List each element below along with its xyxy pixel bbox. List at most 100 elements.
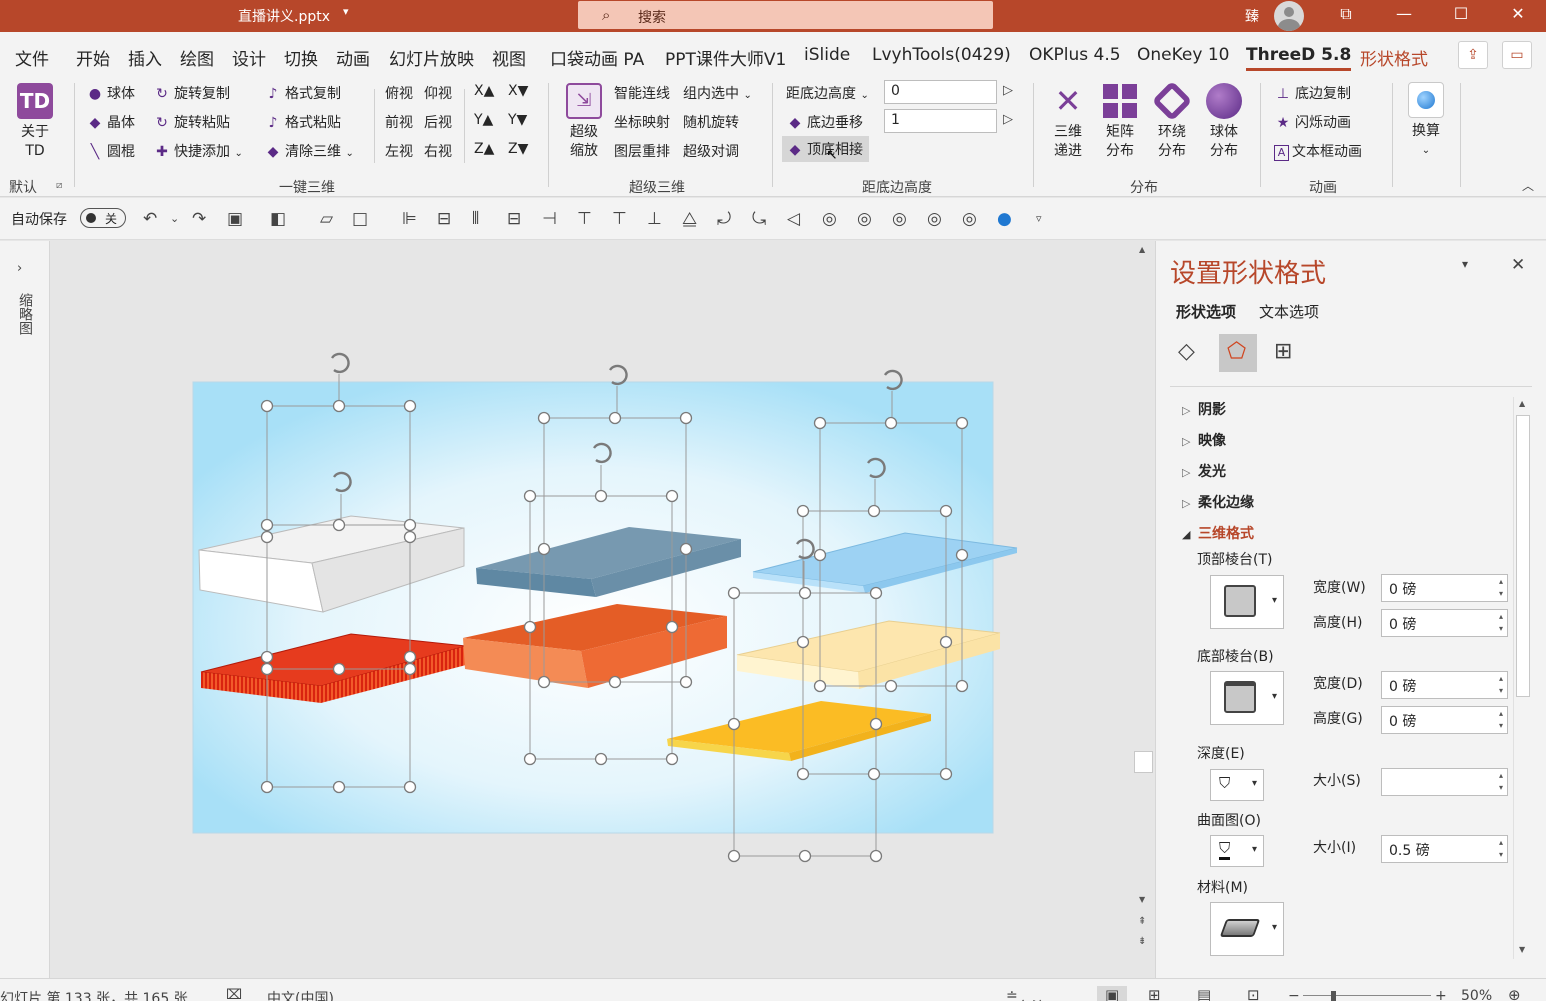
bottom-bevel-picker[interactable]: ▾ [1210, 671, 1284, 725]
y-up-button[interactable]: Y▲ [474, 112, 493, 128]
rotate-copy-button[interactable]: ↻ 旋转复制 [153, 83, 230, 103]
close-icon[interactable]: ✕ [1503, 4, 1533, 23]
height-bottom-input[interactable]: 0 磅 ▴ ▾ [1381, 706, 1508, 734]
rotate2-icon[interactable]: ⤿ [752, 209, 766, 229]
textbox-animation-button[interactable]: A 文本框动画 [1274, 141, 1362, 161]
view-left-button[interactable]: 左视 [385, 141, 413, 161]
next-slide-icon[interactable]: ⇟ [1138, 936, 1146, 947]
avatar[interactable] [1274, 1, 1304, 31]
section-shadow[interactable]: ▷ 阴影 [1182, 399, 1226, 419]
bottom-copy-button[interactable]: ⊥ 底边复制 [1274, 83, 1351, 103]
text-box-icon[interactable]: ▣ [227, 209, 243, 229]
depth-size-input[interactable]: ▴ ▾ [1381, 768, 1508, 796]
tab-onekey[interactable]: OneKey 10 [1137, 45, 1229, 65]
tab-islide[interactable]: iSlide [804, 45, 850, 65]
reading-view-icon[interactable]: ▤ [1197, 986, 1211, 1001]
matrix-distribute-button[interactable]: 矩阵 分布 [1100, 83, 1140, 161]
tab-slideshow[interactable]: 幻灯片放映 [389, 45, 474, 70]
format-copy-button[interactable]: ♪ 格式复制 [264, 83, 341, 103]
merge-fragment-icon[interactable]: ◎ [892, 209, 907, 229]
canvas-scrollbar[interactable]: ▲ ▼ ⇞ ⇟ [1133, 241, 1155, 978]
collapse-ribbon-icon[interactable]: ︿ [1522, 177, 1534, 194]
sphere-shape-icon[interactable]: ● [997, 209, 1012, 229]
slide-canvas[interactable] [51, 241, 1133, 978]
close-panel-icon[interactable]: ✕ [1511, 255, 1525, 275]
rectangle-icon[interactable]: □ [352, 209, 368, 229]
tab-insert[interactable]: 插入 [128, 45, 162, 70]
3d-progression-button[interactable]: ✕ 三维 递进 [1048, 83, 1088, 161]
sphere-distribute-button[interactable]: 球体 分布 [1204, 83, 1244, 161]
super-zoom-button[interactable]: ⇲ 超级 缩放 [563, 83, 605, 161]
size-properties-icon[interactable]: ⊞ [1274, 339, 1292, 364]
section-soft-edges[interactable]: ▷ 柔化边缘 [1182, 492, 1254, 512]
notes-button[interactable]: ≐ 备注 [1006, 988, 1046, 1001]
autosave-toggle[interactable]: 关 [80, 208, 126, 228]
height-top-input[interactable]: 0 磅 ▴ ▾ [1381, 609, 1508, 637]
section-reflection[interactable]: ▷ 映像 [1182, 430, 1226, 450]
redo-icon[interactable]: ↷ [192, 209, 206, 229]
z-down-button[interactable]: Z▼ [508, 141, 528, 157]
rotate-icon[interactable]: ⤾ [717, 209, 731, 229]
previous-slide-icon[interactable]: ⇞ [1138, 916, 1146, 927]
shift-value-input[interactable]: 1 [884, 109, 997, 133]
view-right-button[interactable]: 右视 [424, 141, 452, 161]
maximize-icon[interactable]: ☐ [1446, 4, 1476, 23]
align-middle-icon[interactable]: ⊟ [507, 209, 521, 229]
clear-3d-button[interactable]: ◆ 清除三维 ⌄ [264, 141, 354, 161]
undo-icon[interactable]: ↶ [143, 209, 157, 229]
merge-subtract-icon[interactable]: ◎ [962, 209, 977, 229]
contour-color-picker[interactable]: ⛉ ▾ [1210, 835, 1264, 867]
width-top-input[interactable]: 0 磅 ▴ ▾ [1381, 574, 1508, 602]
layer-reorder-button[interactable]: 图层重排 [614, 141, 670, 161]
align-top2-icon[interactable]: ⊤ [612, 209, 627, 229]
rotate-paste-button[interactable]: ↻ 旋转粘贴 [153, 112, 230, 132]
align-center-icon[interactable]: ⊟ [437, 209, 451, 229]
slideshow-icon[interactable]: ⊡ [1247, 986, 1260, 1001]
align-bottom-icon[interactable]: ⊥ [647, 209, 662, 229]
effects-tab[interactable]: ⬠ [1219, 334, 1257, 372]
format-paste-button[interactable]: ♪ 格式粘贴 [264, 112, 341, 132]
random-rotate-button[interactable]: 随机旋转 [683, 112, 739, 132]
y-down-button[interactable]: Y▼ [508, 112, 527, 128]
view-back-button[interactable]: 后视 [424, 112, 452, 132]
zoom-in-icon[interactable]: + [1435, 988, 1447, 1001]
tab-threed[interactable]: ThreeD 5.8 [1246, 45, 1352, 71]
section-3d-format[interactable]: ◢ 三维格式 [1182, 523, 1254, 543]
crystal-button[interactable]: ◆ 晶体 [86, 112, 135, 132]
scroll-down-icon[interactable]: ▼ [1139, 895, 1145, 904]
flash-animation-button[interactable]: ★ 闪烁动画 [1274, 112, 1351, 132]
scroll-up-icon[interactable]: ▲ [1519, 399, 1525, 408]
convert-button[interactable]: 换算 ⌄ [1404, 82, 1448, 160]
contour-size-input[interactable]: 0.5 磅 ▴ ▾ [1381, 835, 1508, 863]
align-left-icon[interactable]: ⊫ [402, 209, 417, 229]
zoom-out-icon[interactable]: − [1288, 988, 1300, 1001]
zoom-level[interactable]: 50% [1461, 988, 1492, 1001]
group-select-button[interactable]: 组内选中 ⌄ [683, 83, 752, 103]
tab-shape-options[interactable]: 形状选项 [1176, 301, 1236, 322]
scroll-down-icon[interactable]: ▼ [1519, 945, 1525, 954]
tab-home[interactable]: 开始 [76, 45, 110, 70]
panel-scrollbar[interactable]: ▲ ▼ [1513, 397, 1531, 959]
tab-shape-format[interactable]: 形状格式 [1360, 45, 1428, 70]
flip-horizontal-icon[interactable]: ⧋ [682, 209, 697, 229]
fit-slide-icon[interactable]: ⊕ [1508, 986, 1521, 1001]
x-up-button[interactable]: X▲ [474, 83, 494, 99]
tab-ppt-master[interactable]: PPT课件大师V1 [665, 45, 786, 70]
tab-design[interactable]: 设计 [232, 45, 266, 70]
tab-text-options[interactable]: 文本选项 [1259, 301, 1319, 322]
normal-view-icon[interactable]: ▣ [1097, 986, 1128, 1001]
play-icon[interactable]: ▷ [1003, 112, 1013, 127]
expand-icon[interactable]: › [17, 261, 22, 276]
z-up-button[interactable]: Z▲ [474, 141, 494, 157]
panel-options-icon[interactable]: ▾ [1462, 257, 1468, 271]
tab-animations[interactable]: 动画 [336, 45, 370, 70]
distance-value-input[interactable]: 0 [884, 80, 997, 104]
thumbnails-label[interactable]: 缩略图 [15, 293, 35, 335]
panel-scroll-thumb[interactable] [1516, 415, 1530, 697]
comment-icon[interactable]: ▭ [1502, 41, 1532, 69]
view-bottom-button[interactable]: 仰视 [424, 83, 452, 103]
distance-dropdown[interactable]: 距底边高度 ⌄ [786, 83, 869, 103]
distribute-h-icon[interactable]: ⫴ [472, 209, 479, 229]
scroll-up-icon[interactable]: ▲ [1139, 245, 1145, 254]
slide-sorter-icon[interactable]: ⊞ [1148, 986, 1161, 1001]
